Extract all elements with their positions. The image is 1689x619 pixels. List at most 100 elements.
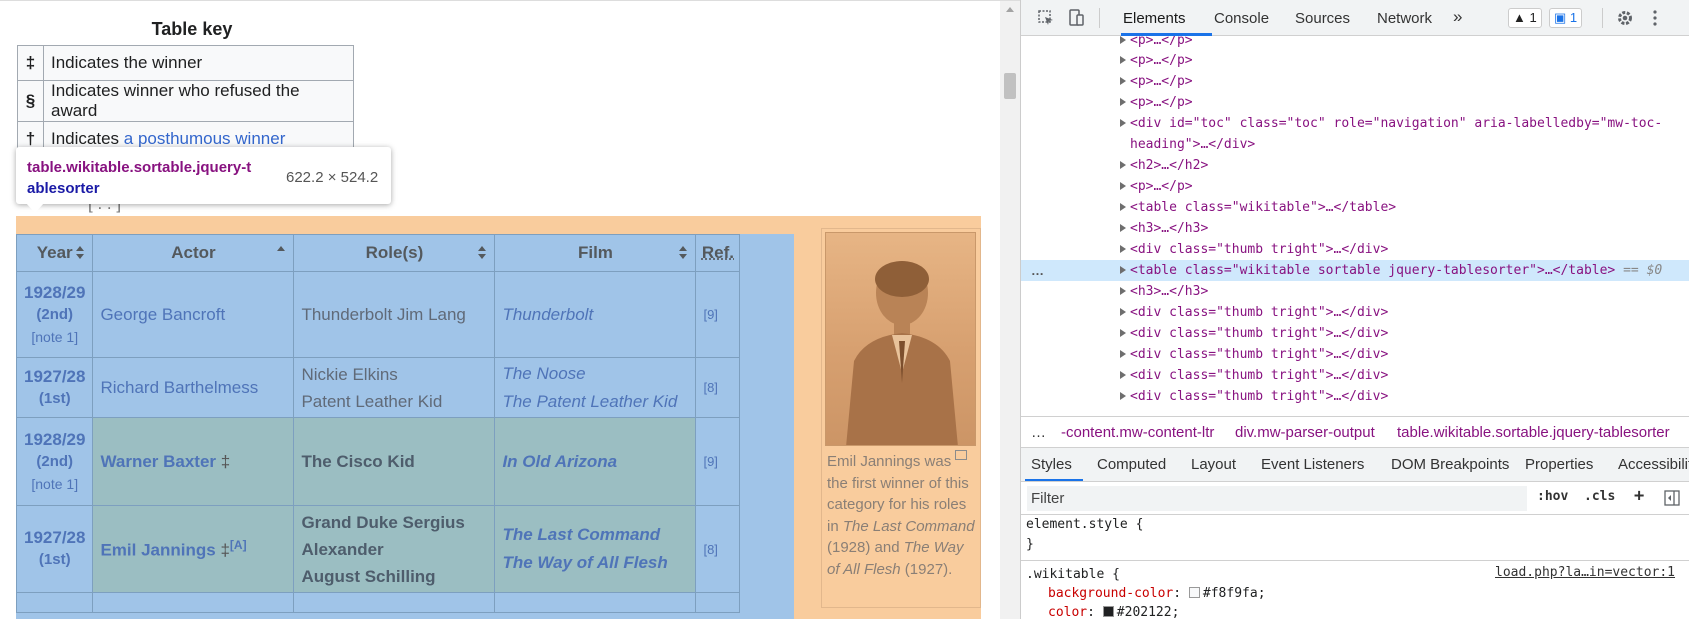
expand-triangle-icon[interactable] xyxy=(1120,203,1126,211)
expand-triangle-icon[interactable] xyxy=(1120,119,1126,127)
new-rule-plus-icon[interactable]: + xyxy=(1634,486,1644,506)
inspect-element-icon[interactable] xyxy=(1037,9,1055,27)
settings-gear-icon[interactable] xyxy=(1616,9,1634,27)
expand-triangle-icon[interactable] xyxy=(1120,224,1126,232)
header-actor[interactable]: Actor xyxy=(93,235,294,272)
dom-node[interactable]: <p>…</p> xyxy=(1021,176,1689,197)
dom-node[interactable]: <div class="thumb tright">…</div> xyxy=(1021,239,1689,260)
ref-link[interactable]: [9] xyxy=(703,454,717,469)
expand-triangle-icon[interactable] xyxy=(1120,266,1126,274)
dom-node[interactable]: <div class="thumb tright">…</div> xyxy=(1021,386,1689,407)
hov-toggle[interactable]: :hov xyxy=(1537,489,1568,504)
node-actions-icon[interactable]: … xyxy=(1031,260,1044,281)
dom-node[interactable]: <p>…</p> xyxy=(1021,36,1689,51)
expand-triangle-icon[interactable] xyxy=(1120,329,1126,337)
film-link[interactable]: The Way of All Flesh xyxy=(502,549,688,577)
breadcrumb-overflow[interactable]: … xyxy=(1031,417,1046,448)
scroll-thumb[interactable] xyxy=(1004,73,1016,99)
dom-node[interactable]: <div class="thumb tright">…</div> xyxy=(1021,344,1689,365)
header-roles[interactable]: Role(s) xyxy=(294,235,495,272)
tab-accessibility[interactable]: Accessibilit xyxy=(1618,456,1689,473)
film-link[interactable]: The Last Command xyxy=(502,521,688,549)
css-declaration[interactable]: background-color: #f8f9fa; xyxy=(1048,584,1266,604)
color-swatch[interactable] xyxy=(1103,606,1114,617)
warnings-badge[interactable]: ▲ 1 xyxy=(1508,8,1542,28)
expand-triangle-icon[interactable] xyxy=(1120,182,1126,190)
more-options-icon[interactable] xyxy=(1646,9,1664,27)
device-toolbar-icon[interactable] xyxy=(1067,9,1085,27)
year-link[interactable]: 1927/28 xyxy=(24,527,85,549)
breadcrumb-current[interactable]: table.wikitable.sortable.jquery-tablesor… xyxy=(1397,417,1670,448)
more-tabs-icon[interactable]: » xyxy=(1453,7,1462,27)
dom-node[interactable]: <h3>…</h3> xyxy=(1021,281,1689,302)
rule-selector[interactable]: .wikitable { xyxy=(1026,565,1120,585)
film-link[interactable]: In Old Arizona xyxy=(502,448,688,476)
tab-dom-breakpoints[interactable]: DOM Breakpoints xyxy=(1391,456,1509,473)
tab-layout[interactable]: Layout xyxy=(1191,456,1236,473)
header-year[interactable]: Year xyxy=(17,235,93,272)
expand-triangle-icon[interactable] xyxy=(1120,308,1126,316)
tab-elements[interactable]: Elements xyxy=(1123,10,1186,27)
tab-styles[interactable]: Styles xyxy=(1031,456,1072,473)
dom-node[interactable]: <h2>…</h2> xyxy=(1021,155,1689,176)
scroll-up-arrow-icon[interactable] xyxy=(1006,7,1014,12)
breadcrumb-item[interactable]: -content.mw-content-ltr xyxy=(1061,417,1214,448)
tab-properties[interactable]: Properties xyxy=(1525,456,1593,473)
page-scrollbar[interactable] xyxy=(1000,1,1020,619)
expand-triangle-icon[interactable] xyxy=(1120,392,1126,400)
actor-link[interactable]: Emil Jannings xyxy=(100,540,215,559)
ref-link[interactable]: [8] xyxy=(703,542,717,557)
toggle-sidebar-icon[interactable] xyxy=(1664,490,1680,506)
dom-node-selected[interactable]: … <table class="wikitable sortable jquery… xyxy=(1021,260,1689,281)
footnote-link[interactable]: [A] xyxy=(230,538,247,552)
caption-film-link[interactable]: The Last Command xyxy=(843,518,975,535)
header-film[interactable]: Film xyxy=(495,235,696,272)
tab-network[interactable]: Network xyxy=(1377,10,1432,27)
expand-triangle-icon[interactable] xyxy=(1120,371,1126,379)
dom-node[interactable]: <p>…</p> xyxy=(1021,92,1689,113)
film-link[interactable]: The Noose xyxy=(502,360,688,388)
expand-triangle-icon[interactable] xyxy=(1120,287,1126,295)
expand-triangle-icon[interactable] xyxy=(1120,36,1126,44)
breadcrumb-item[interactable]: div.mw-parser-output xyxy=(1235,417,1375,448)
color-swatch[interactable] xyxy=(1189,587,1200,598)
expand-triangle-icon[interactable] xyxy=(1120,98,1126,106)
tab-computed[interactable]: Computed xyxy=(1097,456,1166,473)
film-link[interactable]: The Patent Leather Kid xyxy=(502,388,688,416)
css-declaration[interactable]: color: #202122; xyxy=(1048,603,1179,619)
expand-triangle-icon[interactable] xyxy=(1120,245,1126,253)
rule-source-link[interactable]: load.php?la…in=vector:1 xyxy=(1495,565,1675,580)
dom-node[interactable]: <p>…</p> xyxy=(1021,71,1689,92)
year-link[interactable]: 1927/28 xyxy=(24,366,85,388)
posthumous-winner-link[interactable]: a posthumous winner xyxy=(124,129,286,148)
dom-node[interactable]: <h3>…</h3> xyxy=(1021,218,1689,239)
dom-node[interactable]: <div class="thumb tright">…</div> xyxy=(1021,365,1689,386)
dom-node[interactable]: <div class="thumb tright">…</div> xyxy=(1021,323,1689,344)
expand-triangle-icon[interactable] xyxy=(1120,161,1126,169)
dom-node[interactable]: <table class="wikitable">…</table> xyxy=(1021,197,1689,218)
film-link[interactable]: Thunderbolt xyxy=(502,301,688,329)
dom-node[interactable]: <div class="thumb tright">…</div> xyxy=(1021,302,1689,323)
year-link[interactable]: 1928/29 xyxy=(24,282,85,304)
actor-link[interactable]: Warner Baxter xyxy=(100,452,216,471)
ref-link[interactable]: [8] xyxy=(703,380,717,395)
expand-triangle-icon[interactable] xyxy=(1120,56,1126,64)
messages-badge[interactable]: ▣ 1 xyxy=(1549,8,1582,28)
note-link[interactable]: [note 1] xyxy=(24,473,85,495)
tab-event-listeners[interactable]: Event Listeners xyxy=(1261,456,1364,473)
expand-triangle-icon[interactable] xyxy=(1120,350,1126,358)
tab-sources[interactable]: Sources xyxy=(1295,10,1350,27)
styles-filter-input[interactable] xyxy=(1027,486,1527,511)
expand-triangle-icon[interactable] xyxy=(1120,77,1126,85)
dom-node[interactable]: <div id="toc" class="toc" role="navigati… xyxy=(1021,113,1689,134)
cls-toggle[interactable]: .cls xyxy=(1584,489,1615,504)
tab-console[interactable]: Console xyxy=(1214,10,1269,27)
element-style-selector[interactable]: element.style { xyxy=(1026,515,1143,535)
emil-jannings-portrait[interactable] xyxy=(825,232,976,446)
note-link[interactable]: [note 1] xyxy=(24,326,85,348)
year-link[interactable]: 1928/29 xyxy=(24,429,85,451)
dom-node[interactable]: <p>…</p> xyxy=(1021,50,1689,71)
actor-link[interactable]: George Bancroft xyxy=(100,305,225,324)
actor-link[interactable]: Richard Barthelmess xyxy=(100,378,258,397)
ref-link[interactable]: [9] xyxy=(703,307,717,322)
